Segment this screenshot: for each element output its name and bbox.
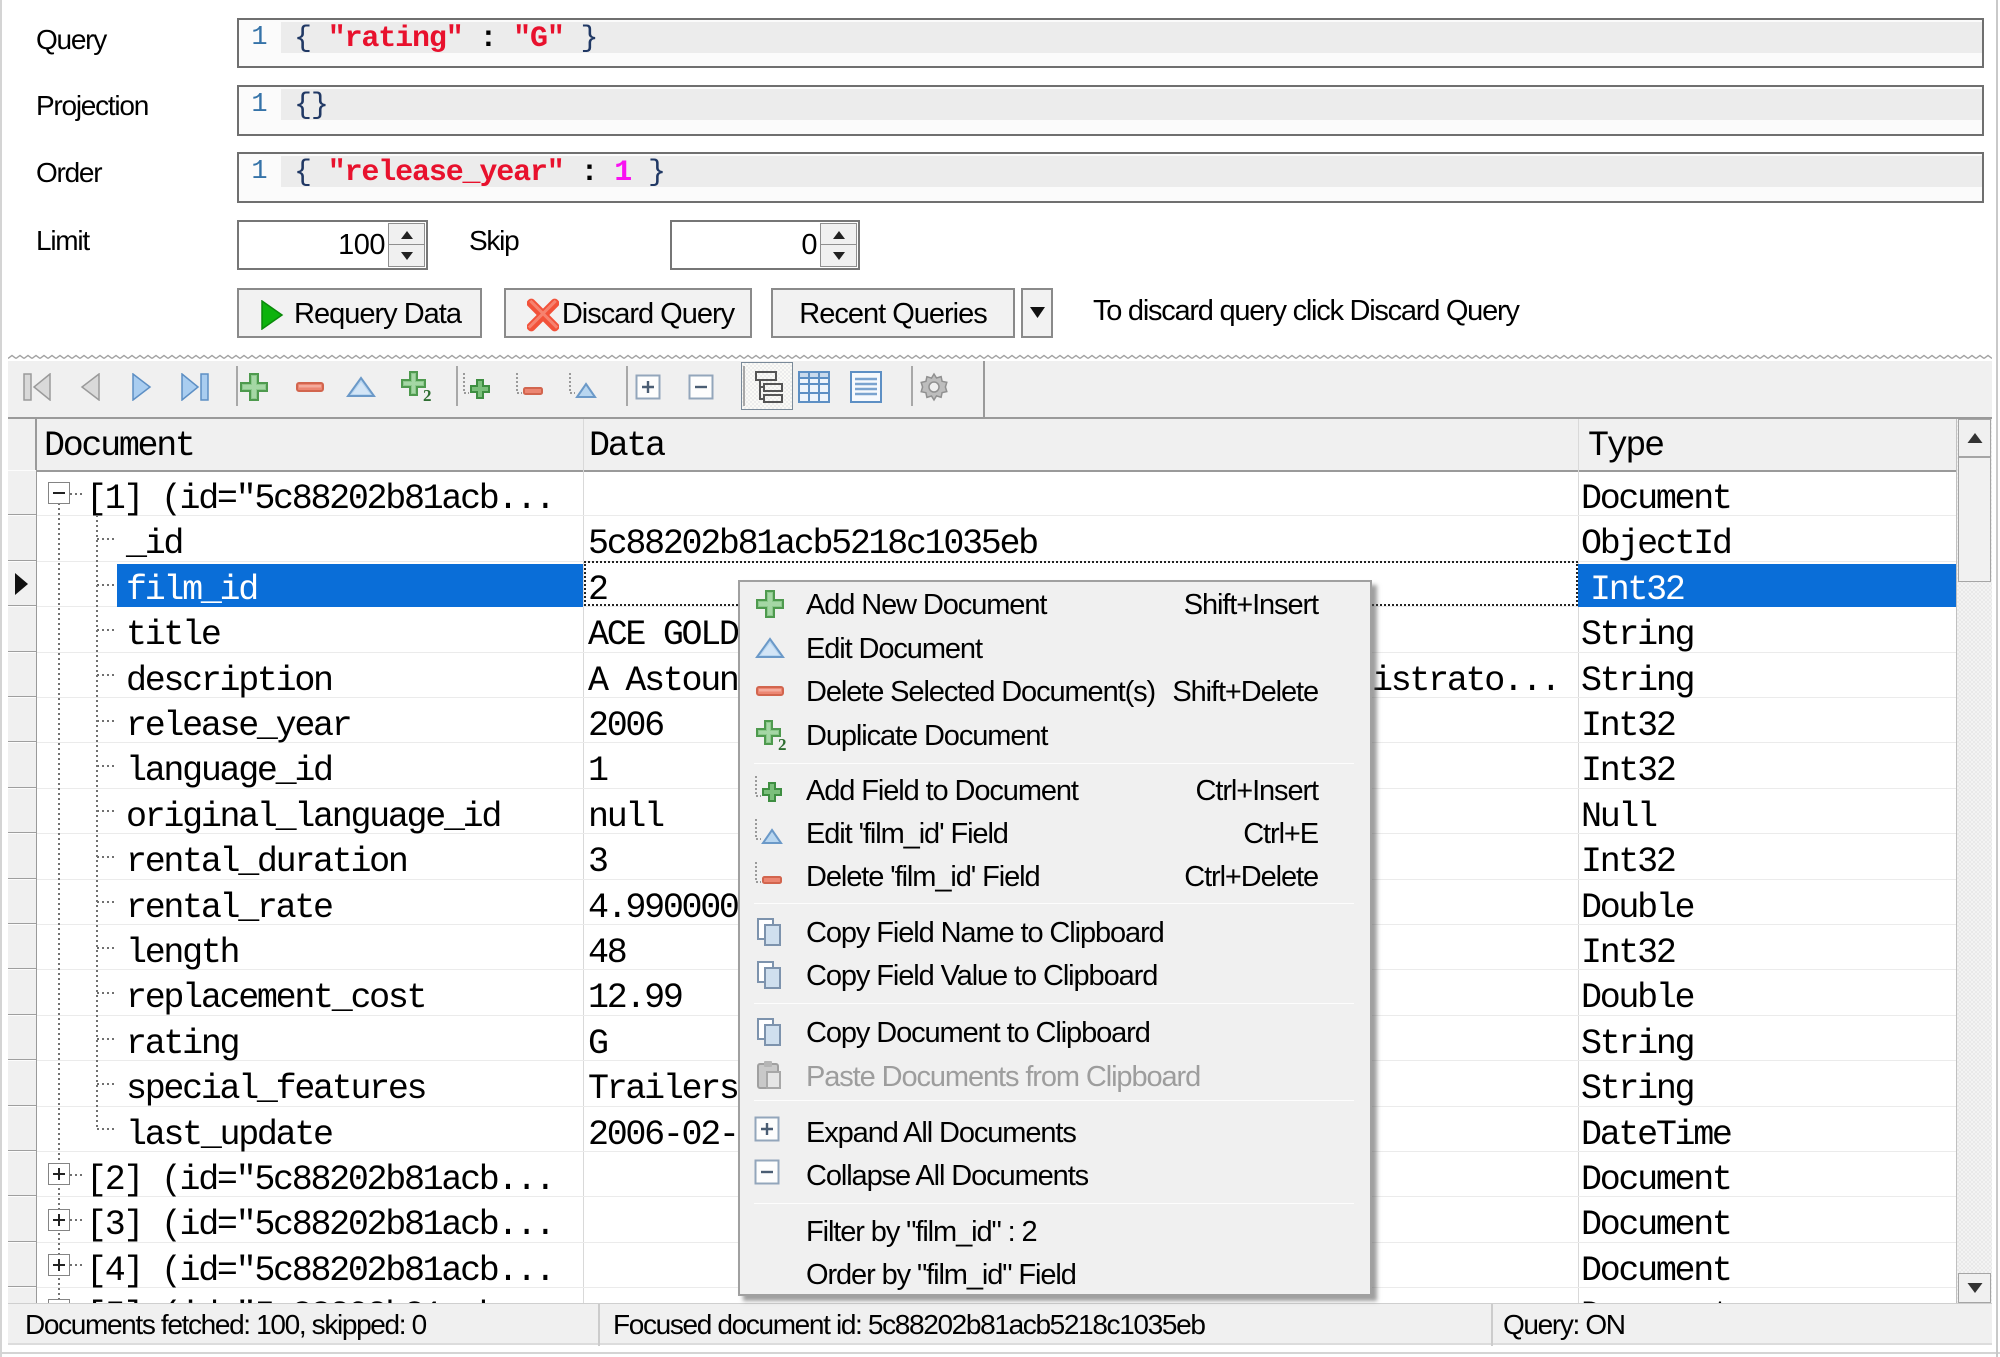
svg-text:2: 2: [778, 735, 786, 753]
svg-text:2: 2: [423, 386, 431, 404]
